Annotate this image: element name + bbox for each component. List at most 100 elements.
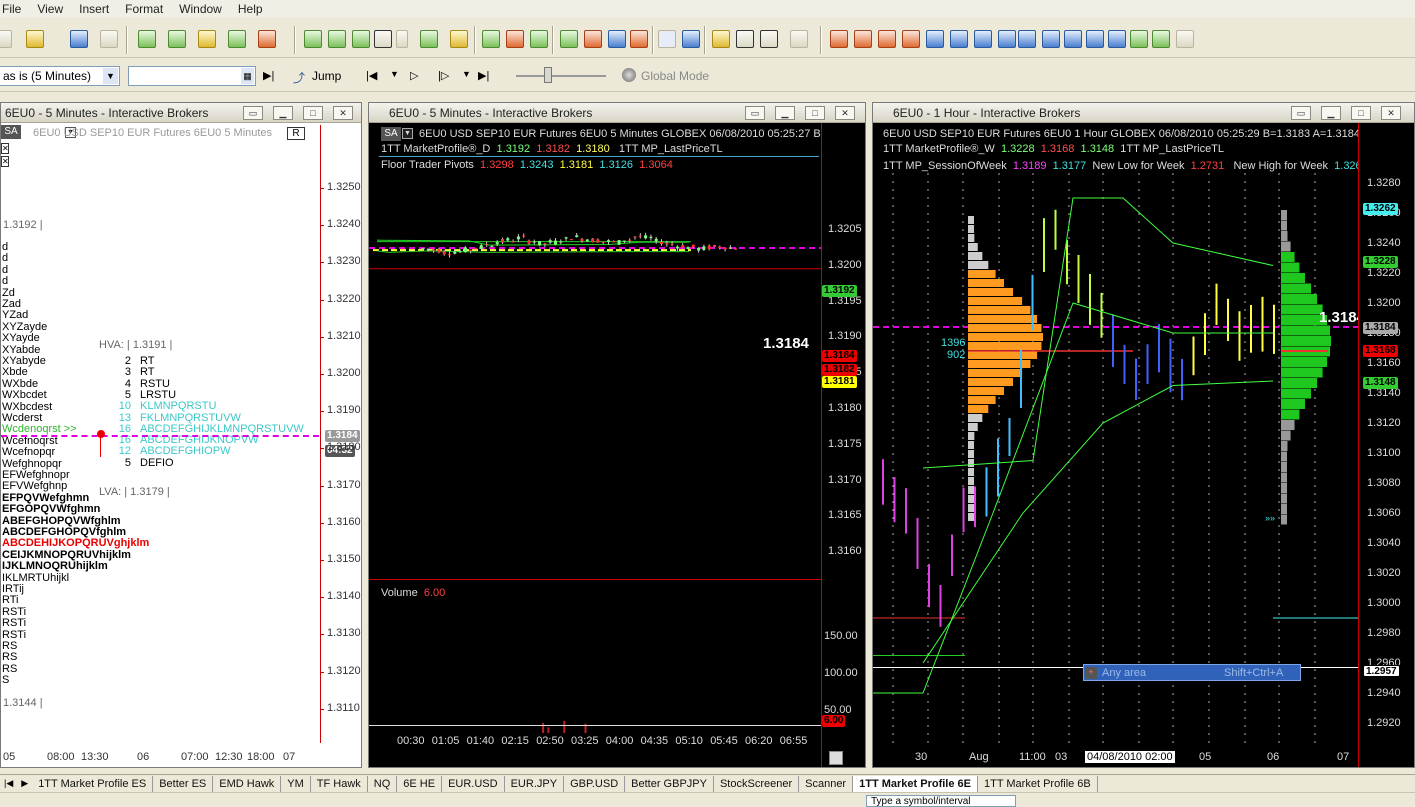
menu-format[interactable]: Format [117,2,171,16]
collapse-icon[interactable] [1042,30,1060,48]
price-chart[interactable] [369,173,821,733]
line-chart-icon[interactable] [328,30,346,48]
open-folder-icon[interactable] [26,30,44,48]
ohlc-icon[interactable] [482,30,500,48]
restore-icon[interactable]: ▭ [745,106,765,120]
speed-slider-thumb[interactable] [544,67,552,83]
zoom-in-icon[interactable] [1064,30,1082,48]
text-note-icon[interactable] [712,30,730,48]
crosshair-icon[interactable] [682,30,700,48]
expand-icon[interactable] [1018,30,1036,48]
workspace-tab[interactable]: 1TT Market Profile 6B [978,775,1098,792]
workspace-tab[interactable]: EUR.JPY [505,775,565,792]
restore-icon[interactable]: ▭ [1291,106,1311,120]
properties-icon[interactable] [450,30,468,48]
scroll-left-icon[interactable] [830,30,848,48]
any-area-tooltip[interactable]: + Any area Shift+Ctrl+A [1083,664,1301,681]
workspace-tab[interactable]: Better GBPJPY [625,775,714,792]
maximize-icon[interactable]: □ [303,106,323,120]
move-right-icon[interactable] [998,30,1016,48]
paintbar-icon[interactable] [608,30,626,48]
strategy-icon[interactable] [584,30,602,48]
calendar-icon[interactable]: ▦ [241,68,254,84]
matrix-icon[interactable] [198,30,216,48]
maximize-icon[interactable]: □ [805,106,825,120]
minimize-icon[interactable]: ▁ [273,106,293,120]
new-icon[interactable] [0,30,12,48]
bar-chart-icon[interactable] [304,30,322,48]
scanner-icon[interactable] [228,30,246,48]
workspace-tab[interactable]: TF Hawk [311,775,368,792]
global-mode-label[interactable]: Global Mode [641,69,709,83]
minimize-icon[interactable]: ▁ [775,106,795,120]
hourglass-icon[interactable] [878,30,896,48]
scroll-right-icon[interactable] [854,30,872,48]
expand-vertical-icon[interactable] [902,30,920,48]
news-icon[interactable] [258,30,276,48]
symbol-interval-input[interactable]: Type a symbol/interval [866,795,1016,807]
menu-window[interactable]: Window [171,2,230,16]
last-bar-icon[interactable]: ▶| [478,69,489,82]
global-mode-icon[interactable] [622,68,636,82]
speed-slider[interactable] [516,75,606,77]
play-icon[interactable]: ▷ [410,69,418,82]
tab-scroll-left-icon[interactable]: |◀ [0,778,17,789]
indicator-icon[interactable] [560,30,578,48]
fit-window-icon[interactable] [1130,30,1148,48]
close-icon[interactable]: ✕ [333,106,353,120]
minimize-icon[interactable]: ▁ [1321,106,1341,120]
link-icon[interactable] [1176,30,1194,48]
workspace-tab[interactable]: Better ES [153,775,214,792]
maximize-icon[interactable]: □ [1351,106,1371,120]
zoom-up-icon[interactable] [926,30,944,48]
menu-help[interactable]: Help [230,2,271,16]
zoom-down-icon[interactable] [950,30,968,48]
format-icon[interactable] [790,30,808,48]
chevron-down-icon[interactable] [396,30,408,48]
data-window-icon[interactable] [420,30,438,48]
workspace-tab[interactable]: 6E HE [397,775,443,792]
close-icon[interactable]: ✕ [1381,106,1401,120]
weekly-profile-chart[interactable] [873,173,1358,745]
save-icon[interactable] [70,30,88,48]
move-left-icon[interactable] [974,30,992,48]
workspace-tab[interactable]: GBP.USD [564,775,626,792]
menu-file[interactable]: File [0,2,29,16]
drawing-tool-icon[interactable] [736,30,754,48]
zoom-out-icon[interactable] [1086,30,1104,48]
step-icon[interactable]: |▷ [438,69,449,82]
jump-icon[interactable]: ⤴ [293,69,305,86]
workspace-tab[interactable]: StockScreener [714,775,800,792]
drawing-tools-icon[interactable] [760,30,778,48]
jump-button[interactable]: Jump [312,69,341,83]
menu-insert[interactable]: Insert [71,2,117,16]
workspace-tab[interactable]: 1TT Market Profile 6E [853,775,978,792]
chevron-down-icon[interactable]: ▼ [402,128,413,139]
go-icon[interactable]: ▶| [263,69,274,82]
chevron-down-icon[interactable]: ▼ [462,69,471,79]
r-button[interactable]: R [287,127,305,140]
interval-select[interactable]: as is (5 Minutes) ▼ [0,66,120,86]
chart-window-icon[interactable] [138,30,156,48]
menu-view[interactable]: View [29,2,71,16]
close-icon[interactable]: ✕ [1,156,9,167]
tab-scroll-right-icon[interactable]: ▶ [17,778,32,789]
check-icon[interactable] [530,30,548,48]
workspace-tab[interactable]: EUR.USD [442,775,505,792]
workspace-tab[interactable]: EMD Hawk [213,775,282,792]
workspace-tab[interactable]: YM [281,775,311,792]
chart-type-icon[interactable] [374,30,392,48]
first-bar-icon[interactable]: |◀ [366,69,377,82]
candles-icon[interactable] [506,30,524,48]
scroll-button[interactable] [829,751,843,765]
pointer-icon[interactable] [658,30,676,48]
radar-screen-icon[interactable] [168,30,186,48]
workspace-tab[interactable]: 1TT Market Profile ES [32,775,154,792]
chevron-down-icon[interactable]: ▼ [390,69,399,79]
symbol-input[interactable]: ▦ [128,66,256,86]
restore-icon[interactable]: ▭ [243,106,263,120]
workspace-tab[interactable]: NQ [368,775,398,792]
candle-chart-icon[interactable] [352,30,370,48]
fit-all-icon[interactable] [1152,30,1170,48]
showme-icon[interactable] [630,30,648,48]
